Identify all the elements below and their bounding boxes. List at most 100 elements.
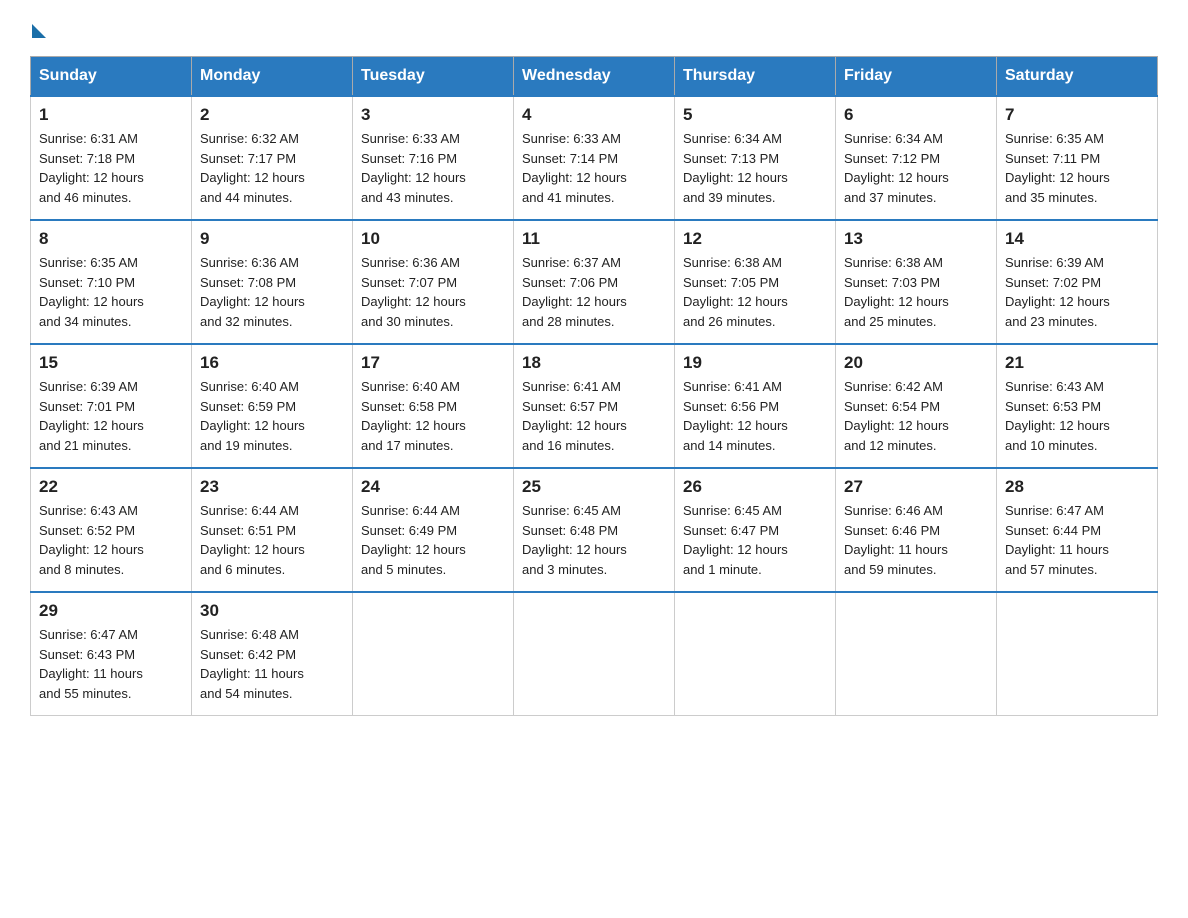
day-number: 4 [522, 105, 666, 125]
sunset-label: Sunset: 6:47 PM [683, 523, 779, 538]
sunset-label: Sunset: 6:44 PM [1005, 523, 1101, 538]
calendar-cell: 6 Sunrise: 6:34 AM Sunset: 7:12 PM Dayli… [836, 96, 997, 220]
calendar-cell: 3 Sunrise: 6:33 AM Sunset: 7:16 PM Dayli… [353, 96, 514, 220]
sunset-label: Sunset: 6:51 PM [200, 523, 296, 538]
sunrise-label: Sunrise: 6:38 AM [683, 255, 782, 270]
daylight-label: Daylight: 12 hours [683, 542, 788, 557]
daylight-label: Daylight: 12 hours [361, 418, 466, 433]
day-number: 23 [200, 477, 344, 497]
sunset-label: Sunset: 7:08 PM [200, 275, 296, 290]
daylight-minutes: and 55 minutes. [39, 686, 132, 701]
day-number: 13 [844, 229, 988, 249]
daylight-minutes: and 35 minutes. [1005, 190, 1098, 205]
calendar-cell: 15 Sunrise: 6:39 AM Sunset: 7:01 PM Dayl… [31, 344, 192, 468]
daylight-label: Daylight: 12 hours [39, 170, 144, 185]
day-info: Sunrise: 6:35 AM Sunset: 7:11 PM Dayligh… [1005, 129, 1149, 207]
sunset-label: Sunset: 6:57 PM [522, 399, 618, 414]
day-number: 25 [522, 477, 666, 497]
daylight-minutes: and 30 minutes. [361, 314, 454, 329]
calendar-cell: 24 Sunrise: 6:44 AM Sunset: 6:49 PM Dayl… [353, 468, 514, 592]
sunset-label: Sunset: 7:14 PM [522, 151, 618, 166]
daylight-label: Daylight: 12 hours [522, 294, 627, 309]
sunset-label: Sunset: 6:58 PM [361, 399, 457, 414]
sunrise-label: Sunrise: 6:33 AM [522, 131, 621, 146]
sunrise-label: Sunrise: 6:40 AM [361, 379, 460, 394]
day-number: 27 [844, 477, 988, 497]
day-info: Sunrise: 6:31 AM Sunset: 7:18 PM Dayligh… [39, 129, 183, 207]
calendar-cell: 23 Sunrise: 6:44 AM Sunset: 6:51 PM Dayl… [192, 468, 353, 592]
calendar-cell: 28 Sunrise: 6:47 AM Sunset: 6:44 PM Dayl… [997, 468, 1158, 592]
daylight-label: Daylight: 12 hours [1005, 418, 1110, 433]
daylight-label: Daylight: 12 hours [683, 170, 788, 185]
daylight-label: Daylight: 12 hours [361, 542, 466, 557]
sunset-label: Sunset: 7:13 PM [683, 151, 779, 166]
sunset-label: Sunset: 6:42 PM [200, 647, 296, 662]
sunrise-label: Sunrise: 6:34 AM [844, 131, 943, 146]
daylight-minutes: and 34 minutes. [39, 314, 132, 329]
day-info: Sunrise: 6:41 AM Sunset: 6:56 PM Dayligh… [683, 377, 827, 455]
day-info: Sunrise: 6:47 AM Sunset: 6:44 PM Dayligh… [1005, 501, 1149, 579]
sunset-label: Sunset: 6:43 PM [39, 647, 135, 662]
daylight-minutes: and 43 minutes. [361, 190, 454, 205]
day-number: 28 [1005, 477, 1149, 497]
sunrise-label: Sunrise: 6:36 AM [361, 255, 460, 270]
daylight-minutes: and 10 minutes. [1005, 438, 1098, 453]
sunrise-label: Sunrise: 6:40 AM [200, 379, 299, 394]
daylight-minutes: and 14 minutes. [683, 438, 776, 453]
daylight-label: Daylight: 12 hours [200, 170, 305, 185]
column-header-thursday: Thursday [675, 57, 836, 97]
day-info: Sunrise: 6:42 AM Sunset: 6:54 PM Dayligh… [844, 377, 988, 455]
daylight-minutes: and 1 minute. [683, 562, 762, 577]
page-header [30, 20, 1158, 36]
day-number: 26 [683, 477, 827, 497]
logo-triangle-icon [32, 24, 46, 38]
sunset-label: Sunset: 7:10 PM [39, 275, 135, 290]
daylight-label: Daylight: 12 hours [844, 294, 949, 309]
sunset-label: Sunset: 7:07 PM [361, 275, 457, 290]
day-info: Sunrise: 6:39 AM Sunset: 7:02 PM Dayligh… [1005, 253, 1149, 331]
day-number: 18 [522, 353, 666, 373]
column-header-tuesday: Tuesday [353, 57, 514, 97]
sunset-label: Sunset: 7:12 PM [844, 151, 940, 166]
day-number: 21 [1005, 353, 1149, 373]
sunrise-label: Sunrise: 6:33 AM [361, 131, 460, 146]
calendar-cell: 18 Sunrise: 6:41 AM Sunset: 6:57 PM Dayl… [514, 344, 675, 468]
sunset-label: Sunset: 6:46 PM [844, 523, 940, 538]
daylight-minutes: and 59 minutes. [844, 562, 937, 577]
sunrise-label: Sunrise: 6:41 AM [683, 379, 782, 394]
sunset-label: Sunset: 7:03 PM [844, 275, 940, 290]
calendar-cell [514, 592, 675, 716]
day-number: 22 [39, 477, 183, 497]
calendar-cell: 12 Sunrise: 6:38 AM Sunset: 7:05 PM Dayl… [675, 220, 836, 344]
calendar-week-row: 29 Sunrise: 6:47 AM Sunset: 6:43 PM Dayl… [31, 592, 1158, 716]
daylight-label: Daylight: 12 hours [844, 170, 949, 185]
day-number: 20 [844, 353, 988, 373]
daylight-label: Daylight: 12 hours [683, 418, 788, 433]
column-header-wednesday: Wednesday [514, 57, 675, 97]
calendar-cell: 10 Sunrise: 6:36 AM Sunset: 7:07 PM Dayl… [353, 220, 514, 344]
column-header-sunday: Sunday [31, 57, 192, 97]
daylight-label: Daylight: 12 hours [200, 294, 305, 309]
day-info: Sunrise: 6:36 AM Sunset: 7:08 PM Dayligh… [200, 253, 344, 331]
calendar-cell: 2 Sunrise: 6:32 AM Sunset: 7:17 PM Dayli… [192, 96, 353, 220]
day-number: 29 [39, 601, 183, 621]
calendar-cell: 9 Sunrise: 6:36 AM Sunset: 7:08 PM Dayli… [192, 220, 353, 344]
day-info: Sunrise: 6:40 AM Sunset: 6:59 PM Dayligh… [200, 377, 344, 455]
calendar-cell: 7 Sunrise: 6:35 AM Sunset: 7:11 PM Dayli… [997, 96, 1158, 220]
sunrise-label: Sunrise: 6:38 AM [844, 255, 943, 270]
day-info: Sunrise: 6:45 AM Sunset: 6:47 PM Dayligh… [683, 501, 827, 579]
sunset-label: Sunset: 6:53 PM [1005, 399, 1101, 414]
day-info: Sunrise: 6:44 AM Sunset: 6:49 PM Dayligh… [361, 501, 505, 579]
day-info: Sunrise: 6:43 AM Sunset: 6:53 PM Dayligh… [1005, 377, 1149, 455]
sunset-label: Sunset: 7:18 PM [39, 151, 135, 166]
calendar-cell [997, 592, 1158, 716]
day-info: Sunrise: 6:41 AM Sunset: 6:57 PM Dayligh… [522, 377, 666, 455]
day-info: Sunrise: 6:38 AM Sunset: 7:03 PM Dayligh… [844, 253, 988, 331]
daylight-label: Daylight: 11 hours [1005, 542, 1109, 557]
day-number: 19 [683, 353, 827, 373]
sunrise-label: Sunrise: 6:32 AM [200, 131, 299, 146]
sunrise-label: Sunrise: 6:44 AM [200, 503, 299, 518]
day-number: 6 [844, 105, 988, 125]
sunset-label: Sunset: 7:01 PM [39, 399, 135, 414]
column-header-saturday: Saturday [997, 57, 1158, 97]
